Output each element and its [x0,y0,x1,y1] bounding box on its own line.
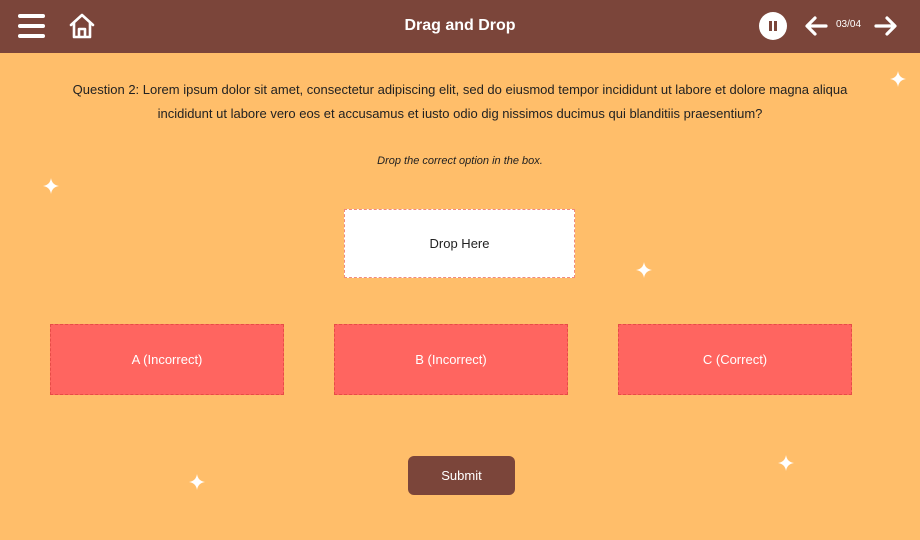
instruction-text: Drop the correct option in the box. [377,155,543,167]
next-button[interactable] [874,15,898,37]
sparkle-icon [189,474,205,490]
top-bar: Drag and Drop 03/04 [0,0,920,53]
option-label: C (Correct) [702,352,768,367]
question-text: Question 2: Lorem ipsum dolor sit amet, … [72,82,848,121]
option-label: B (Incorrect) [415,352,487,367]
option-b[interactable]: B (Incorrect) [334,324,568,395]
submit-button[interactable]: Submit [408,456,515,495]
drop-zone-label: Drop Here [429,236,490,251]
hamburger-menu-icon[interactable] [18,14,45,38]
arrow-left-icon [805,16,828,36]
page-indicator: 03/04 [836,19,862,30]
previous-button[interactable] [804,15,828,37]
drop-zone[interactable]: Drop Here [344,209,575,278]
pause-icon [769,21,772,31]
option-c[interactable]: C (Correct) [618,324,852,395]
home-icon[interactable] [68,12,96,40]
pause-button[interactable] [759,12,787,40]
arrow-right-icon [874,16,897,36]
sparkle-icon [778,455,794,471]
option-a[interactable]: A (Incorrect) [50,324,284,395]
sparkle-icon [636,262,652,278]
option-label: A (Incorrect) [131,352,203,367]
sparkle-icon [890,71,906,87]
sparkle-icon [43,178,59,194]
